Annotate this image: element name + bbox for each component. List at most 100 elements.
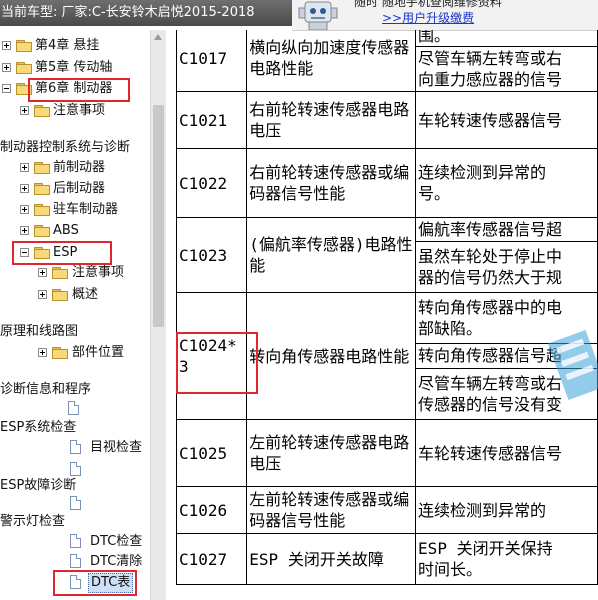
highlight-box — [12, 241, 112, 265]
folder-icon — [52, 289, 68, 301]
tree-item-label: DTC清除 — [90, 554, 143, 569]
expand-icon[interactable] — [20, 106, 29, 115]
tree-item-label: 第4章 悬挂 — [35, 38, 100, 53]
expand-icon[interactable] — [38, 348, 47, 357]
dtc-name: 左前轮转速传感器或编码器信号性能 — [246, 486, 417, 534]
dtc-condition: 连续检测到异常的 号。 — [415, 148, 598, 218]
expand-icon[interactable] — [2, 41, 11, 50]
tree-item-label: 警示灯检查 — [0, 514, 66, 529]
tree-item-chapter-4[interactable]: 第4章 悬挂 — [0, 36, 150, 56]
expand-icon[interactable] — [38, 290, 47, 299]
dtc-name: 右前轮转速传感器电路电压 — [246, 91, 417, 149]
tree-item-esp-system-check[interactable]: ESP系统检查 — [0, 418, 150, 438]
dtc-table-view: C1017 横向纵向加速度传感器电路性能 围。 尽管车辆左转弯或右 向重力感应器的… — [167, 30, 598, 600]
vehicle-info-bar: 当前车型: 厂家:C-长安铃木启悦2015-2018 — [0, 0, 292, 26]
expand-icon[interactable] — [38, 268, 47, 277]
dtc-name: 横向纵向加速度传感器电路性能 — [246, 30, 417, 92]
dtc-code: C1026 — [175, 486, 248, 534]
tree-item-label: ESP故障诊断 — [0, 478, 77, 493]
tree-item-visual-inspection[interactable]: 目视检查 — [0, 438, 150, 476]
scroll-up-arrow-icon[interactable] — [154, 34, 162, 40]
dtc-condition: 尽管车辆左转弯或右 向重力感应器的信号 — [415, 46, 598, 92]
tree-item-label: 概述 — [72, 287, 99, 302]
tree-item-esp-precautions[interactable]: 注意事项 — [0, 263, 150, 283]
tree-item-abs[interactable]: ABS — [0, 221, 150, 241]
document-icon — [70, 554, 81, 568]
document-icon — [70, 534, 81, 548]
expand-icon[interactable] — [20, 163, 29, 172]
tree-item-principle-and-wiring[interactable]: 原理和线路图 — [0, 322, 150, 342]
tree-item-component-location[interactable]: 部件位置 — [0, 343, 150, 363]
dtc-code: C1023 — [175, 217, 248, 293]
table-row: C1027 ESP 关闭开关故障 ESP 关闭开关保持 时间长。 — [175, 533, 598, 585]
document-icon — [70, 496, 81, 510]
dtc-name: (偏航率传感器)电路性能 — [246, 217, 417, 293]
tree-item-overview[interactable]: 概述 — [0, 285, 150, 305]
dtc-table: C1017 横向纵向加速度传感器电路性能 围。 尽管车辆左转弯或右 向重力感应器的… — [175, 30, 598, 585]
tree-item-precautions[interactable]: 注意事项 — [0, 101, 150, 121]
table-row: C1021 右前轮转速传感器电路电压 车轮转速传感器信号 — [175, 91, 598, 149]
vehicle-info-text: 当前车型: 厂家:C-长安铃木启悦2015-2018 — [1, 5, 255, 20]
tree-item-label: 注意事项 — [53, 103, 106, 118]
dtc-condition: ESP 关闭开关保持 时间长。 — [415, 533, 598, 585]
dtc-condition: 围。 — [415, 30, 598, 47]
table-row: C1023 (偏航率传感器)电路性能 偏航率传感器信号超 — [175, 217, 598, 293]
upgrade-payment-link[interactable]: >>用户升级缴费 — [382, 9, 474, 26]
scrollbar-thumb[interactable] — [153, 105, 164, 327]
tree-item-label: 第5章 传动轴 — [35, 60, 113, 75]
tree-item-warning-light-check[interactable]: 警示灯检查 — [0, 512, 150, 532]
dtc-name: 转向角传感器电路性能 — [246, 292, 417, 420]
tree-item-dtc-check[interactable]: DTC检查 — [0, 532, 150, 552]
navigation-tree: 第4章 悬挂 第5章 传动轴 第6章 制动器 注意事项 制动器控制系统与诊断 前… — [0, 30, 150, 600]
dtc-code: C1021 — [175, 91, 248, 149]
expand-icon[interactable] — [20, 226, 29, 235]
tree-item-label: 原理和线路图 — [0, 324, 79, 339]
robot-mascot-icon — [298, 1, 338, 30]
tree-item-chapter-5[interactable]: 第5章 传动轴 — [0, 58, 150, 78]
document-icon — [68, 401, 79, 415]
collapse-icon[interactable] — [2, 84, 11, 93]
tree-item-label: 诊断信息和程序 — [0, 382, 92, 397]
dtc-condition: 车轮转速传感器信号 — [415, 91, 598, 149]
dtc-name: 左前轮转速传感器电路电压 — [246, 419, 417, 487]
tree-item-front-brake[interactable]: 前制动器 — [0, 158, 150, 178]
folder-icon — [34, 183, 50, 195]
expand-icon[interactable] — [20, 184, 29, 193]
tree-item-rear-brake[interactable]: 后制动器 — [0, 179, 150, 199]
tree-item-label: 目视检查 — [90, 440, 143, 455]
tree-item-esp-fault-diagnosis[interactable]: ESP故障诊断 — [0, 476, 150, 510]
expand-icon[interactable] — [20, 205, 29, 214]
table-row: C1017 横向纵向加速度传感器电路性能 围。 — [175, 30, 598, 92]
dtc-condition: 车轮转速传感器信号 — [415, 419, 598, 487]
tree-item-brake-control-system[interactable]: 制动器控制系统与诊断 — [0, 138, 150, 158]
tree-item-label: 制动器控制系统与诊断 — [0, 140, 131, 155]
folder-icon — [34, 162, 50, 174]
dtc-code: C1027 — [175, 533, 248, 585]
tree-item-parking-brake[interactable]: 驻车制动器 — [0, 200, 150, 220]
dtc-name: ESP 关闭开关故障 — [246, 533, 417, 585]
folder-icon — [34, 204, 50, 216]
dtc-code: C1025 — [175, 419, 248, 487]
folder-icon — [52, 267, 68, 279]
tree-item-label: ESP系统检查 — [0, 420, 77, 435]
highlight-box — [53, 570, 137, 596]
tree-item-diagnostic-info[interactable]: 诊断信息和程序 — [0, 380, 150, 415]
folder-icon — [16, 40, 32, 52]
folder-icon — [34, 105, 50, 117]
tree-item-dtc-clear[interactable]: DTC清除 — [0, 552, 150, 572]
expand-icon[interactable] — [2, 63, 11, 72]
document-icon — [70, 462, 81, 476]
dtc-name: 右前轮转速传感器或编码器信号性能 — [246, 148, 417, 218]
tree-scrollbar[interactable] — [150, 30, 166, 600]
dtc-condition: 偏航率传感器信号超 — [415, 217, 598, 242]
tree-item-label: 后制动器 — [53, 181, 106, 196]
table-row: C1022 右前轮转速传感器或编码器信号性能 连续检测到异常的 号。 — [175, 148, 598, 218]
dtc-condition: 连续检测到异常的 — [415, 486, 598, 534]
folder-icon — [34, 225, 50, 237]
tree-item-label: 部件位置 — [72, 345, 125, 360]
folder-icon — [16, 62, 32, 74]
highlight-box — [176, 332, 258, 394]
dtc-code: C1022 — [175, 148, 248, 218]
dtc-condition: 虽然车轮处于停止中 器的信号仍然大于规 — [415, 240, 598, 294]
tree-item-label: DTC检查 — [90, 534, 143, 549]
